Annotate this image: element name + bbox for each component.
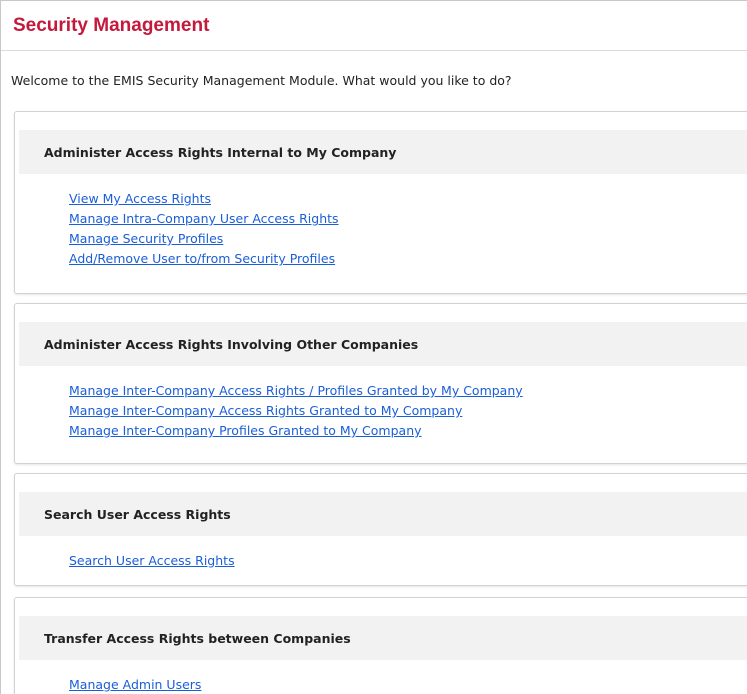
section-other-companies-access: Administer Access Rights Involving Other… (14, 303, 747, 464)
list-item: Manage Inter-Company Access Rights / Pro… (69, 380, 523, 400)
section-header: Administer Access Rights Involving Other… (19, 322, 747, 366)
list-item: Manage Intra-Company User Access Rights (69, 208, 339, 228)
section-heading: Administer Access Rights Involving Other… (44, 337, 419, 352)
title-bar: Security Management (1, 1, 747, 51)
page-frame: Security Management Welcome to the EMIS … (0, 0, 747, 694)
section-link-list: Search User Access Rights (69, 550, 235, 570)
add-remove-user-security-profiles-link[interactable]: Add/Remove User to/from Security Profile… (69, 251, 335, 266)
welcome-text: Welcome to the EMIS Security Management … (11, 73, 512, 88)
section-internal-access: Administer Access Rights Internal to My … (14, 111, 747, 294)
section-heading: Search User Access Rights (44, 507, 231, 522)
search-user-access-rights-link[interactable]: Search User Access Rights (69, 553, 235, 568)
view-my-access-rights-link[interactable]: View My Access Rights (69, 191, 211, 206)
section-link-list: Manage Inter-Company Access Rights / Pro… (69, 380, 523, 440)
list-item: Search User Access Rights (69, 550, 235, 570)
section-header: Search User Access Rights (19, 492, 747, 536)
section-link-list: View My Access Rights Manage Intra-Compa… (69, 188, 339, 268)
list-item: Manage Security Profiles (69, 228, 339, 248)
manage-intra-company-user-access-rights-link[interactable]: Manage Intra-Company User Access Rights (69, 211, 339, 226)
section-heading: Transfer Access Rights between Companies (44, 631, 351, 646)
section-header: Transfer Access Rights between Companies (19, 616, 747, 660)
manage-inter-company-profiles-granted-to-link[interactable]: Manage Inter-Company Profiles Granted to… (69, 423, 422, 438)
section-transfer-access: Transfer Access Rights between Companies… (14, 597, 747, 694)
list-item: Manage Inter-Company Profiles Granted to… (69, 420, 523, 440)
section-heading: Administer Access Rights Internal to My … (44, 145, 397, 160)
page-title: Security Management (13, 15, 210, 36)
manage-inter-company-rights-granted-by-link[interactable]: Manage Inter-Company Access Rights / Pro… (69, 383, 523, 398)
list-item: Add/Remove User to/from Security Profile… (69, 248, 339, 268)
section-header: Administer Access Rights Internal to My … (19, 130, 747, 174)
list-item: View My Access Rights (69, 188, 339, 208)
section-search-user-access: Search User Access Rights Search User Ac… (14, 473, 747, 586)
list-item: Manage Admin Users (69, 674, 201, 694)
manage-admin-users-link[interactable]: Manage Admin Users (69, 677, 201, 692)
manage-security-profiles-link[interactable]: Manage Security Profiles (69, 231, 223, 246)
section-link-list: Manage Admin Users (69, 674, 201, 694)
manage-inter-company-rights-granted-to-link[interactable]: Manage Inter-Company Access Rights Grant… (69, 403, 462, 418)
list-item: Manage Inter-Company Access Rights Grant… (69, 400, 523, 420)
